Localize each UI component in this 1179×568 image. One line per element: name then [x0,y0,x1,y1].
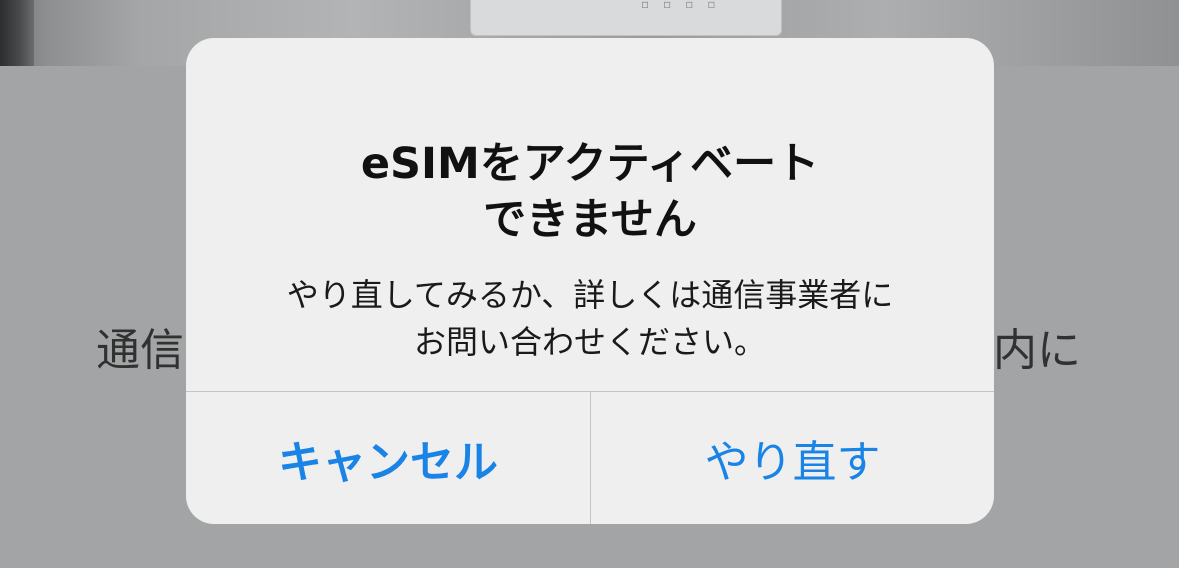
cancel-button[interactable]: キャンセル [186,392,590,524]
device-icons-decoration: ▫▫▫▫ [641,0,730,11]
background-text-left: 通信 [96,325,184,376]
background-text-right: 内に [993,325,1081,376]
alert-title-line2: できません [483,195,697,245]
alert-title-line1: eSIMをアクティベート [360,139,820,189]
retry-button[interactable]: やり直す [591,392,994,524]
alert-dialog: eSIMをアクティベート できません やり直してみるか、詳しくは通信事業者に お… [186,38,994,524]
alert-title: eSIMをアクティベート できません [186,136,994,248]
alert-message-line2: お問い合わせください。 [413,323,766,361]
alert-message-line1: やり直してみるか、詳しくは通信事業者に [286,276,894,314]
alert-message: やり直してみるか、詳しくは通信事業者に お問い合わせください。 [216,272,964,366]
camera-dark-edge [0,0,34,66]
camera-device-shape: ▫▫▫▫ [470,0,782,36]
